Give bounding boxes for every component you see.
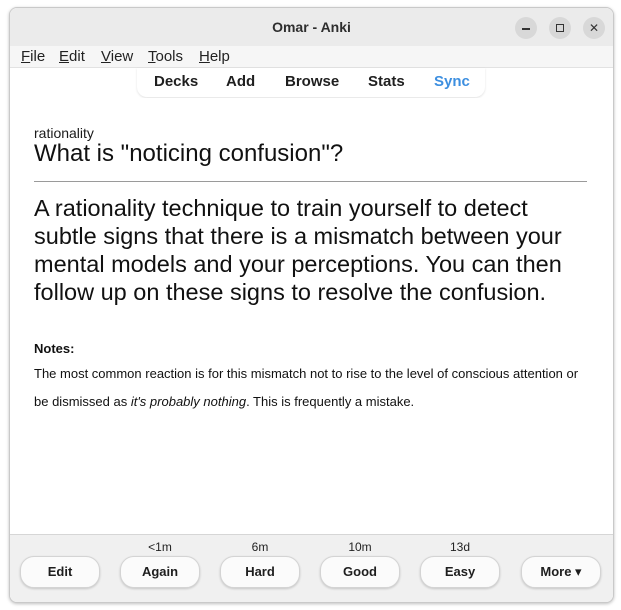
answer-divider xyxy=(34,181,587,182)
hard-button[interactable]: Hard xyxy=(220,556,300,588)
hard-interval: 6m xyxy=(251,540,269,554)
review-bar: Edit <1m Again 6m Hard 10m Good 13d Easy… xyxy=(10,534,613,602)
maximize-button[interactable] xyxy=(549,17,571,39)
notes-text: The most common reaction is for this mis… xyxy=(34,360,594,416)
card-view: rationality What is "noticing confusion"… xyxy=(10,98,613,534)
menu-tools-mnemonic: T xyxy=(148,48,156,65)
minimize-button[interactable] xyxy=(515,17,537,39)
notes-text-end: . This is frequently a mistake. xyxy=(246,394,415,409)
menu-edit-mnemonic: E xyxy=(59,48,70,65)
good-interval: 10m xyxy=(348,540,372,554)
card-tag: rationality xyxy=(34,125,94,141)
anki-window: Omar - Anki ✕ File Edit View Tools Help … xyxy=(9,7,614,603)
easy-interval: 13d xyxy=(449,540,471,554)
again-interval: <1m xyxy=(148,540,172,554)
again-button[interactable]: Again xyxy=(120,556,200,588)
good-button[interactable]: Good xyxy=(320,556,400,588)
menu-tools[interactable]: Tools xyxy=(148,46,183,67)
menu-help-label: elp xyxy=(209,48,230,65)
notes-label: Notes: xyxy=(34,341,75,356)
menu-tools-label: ools xyxy=(155,48,184,65)
menu-file-mnemonic: F xyxy=(21,48,31,65)
toolbar-browse-link[interactable]: Browse xyxy=(285,68,339,96)
menu-view[interactable]: View xyxy=(101,46,133,67)
toolbar-sync-link[interactable]: Sync xyxy=(434,68,470,96)
menu-help[interactable]: Help xyxy=(199,46,230,67)
card-answer: A rationality technique to train yoursel… xyxy=(34,195,562,305)
card-question: What is "noticing confusion"? xyxy=(34,140,344,167)
menu-view-label: iew xyxy=(110,48,134,65)
edit-button[interactable]: Edit xyxy=(20,556,100,588)
title-bar: Omar - Anki ✕ xyxy=(10,8,613,47)
menu-file-label: ile xyxy=(30,48,46,65)
toolbar-decks-link[interactable]: Decks xyxy=(154,68,198,96)
close-button[interactable]: ✕ xyxy=(583,17,605,39)
main-toolbar: Decks Add Browse Stats Sync xyxy=(137,68,485,97)
more-button[interactable]: More ▾ xyxy=(521,556,601,588)
minimize-icon xyxy=(522,28,530,30)
menu-edit-label: dit xyxy=(69,48,85,65)
menu-view-mnemonic: V xyxy=(101,48,111,65)
maximize-icon xyxy=(556,24,564,32)
menu-bar: File Edit View Tools Help xyxy=(10,46,613,68)
notes-text-italic: it's probably nothing xyxy=(130,394,247,409)
menu-help-mnemonic: H xyxy=(199,48,210,65)
close-icon: ✕ xyxy=(588,21,600,35)
menu-file[interactable]: File xyxy=(21,46,45,67)
toolbar-add-link[interactable]: Add xyxy=(226,68,255,96)
menu-edit[interactable]: Edit xyxy=(59,46,85,67)
easy-button[interactable]: Easy xyxy=(420,556,500,588)
toolbar-stats-link[interactable]: Stats xyxy=(368,68,405,96)
